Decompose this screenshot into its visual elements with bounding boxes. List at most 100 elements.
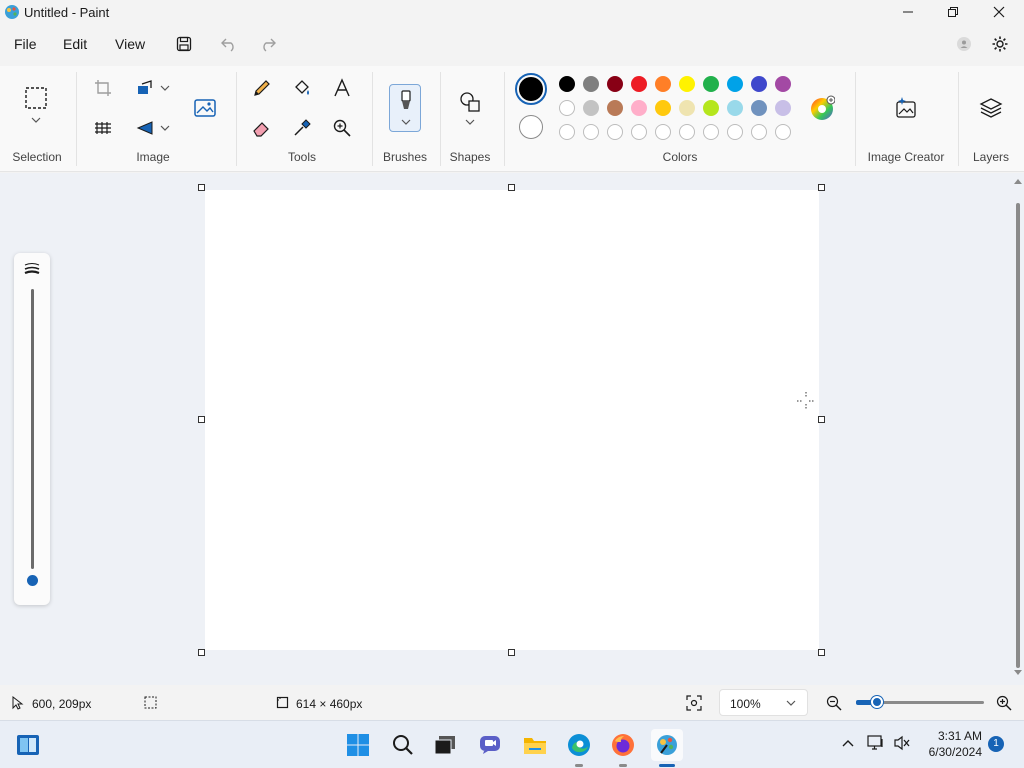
color-swatch[interactable] <box>559 100 575 116</box>
fit-to-window-icon[interactable] <box>686 695 702 711</box>
system-clock[interactable]: 3:31 AM 6/30/2024 <box>929 728 982 760</box>
start-button[interactable] <box>342 729 374 761</box>
image-button[interactable] <box>191 94 219 122</box>
color-swatch[interactable] <box>583 76 599 92</box>
color-swatch[interactable] <box>679 100 695 116</box>
primary-color-button[interactable] <box>515 73 547 105</box>
search-button[interactable] <box>387 729 419 761</box>
notification-badge[interactable]: 1 <box>988 736 1004 752</box>
color-swatch[interactable] <box>775 76 791 92</box>
paint-taskbar-button[interactable] <box>651 729 683 761</box>
window-title: Untitled - Paint <box>24 5 110 20</box>
chevron-up-icon[interactable] <box>842 739 854 747</box>
resize-handle-bottom-right[interactable] <box>818 649 825 656</box>
eraser-tool[interactable] <box>248 114 276 142</box>
settings-button[interactable] <box>988 32 1012 56</box>
custom-color-slot[interactable] <box>775 124 791 140</box>
resize-handle-top-right[interactable] <box>818 184 825 191</box>
close-button[interactable] <box>976 0 1022 24</box>
edit-colors-button[interactable] <box>808 94 836 122</box>
custom-color-slot[interactable] <box>679 124 695 140</box>
brush-size-track[interactable] <box>31 289 34 569</box>
crop-button[interactable] <box>89 74 117 102</box>
color-swatch[interactable] <box>751 100 767 116</box>
chat-button[interactable] <box>474 729 506 761</box>
running-indicator <box>619 764 627 767</box>
vertical-scrollbar-thumb[interactable] <box>1016 203 1020 668</box>
file-explorer-button[interactable] <box>519 729 551 761</box>
color-swatch[interactable] <box>607 76 623 92</box>
layers-button[interactable] <box>977 94 1005 122</box>
color-swatch[interactable] <box>655 76 671 92</box>
pencil-tool[interactable] <box>248 74 276 102</box>
color-swatch[interactable] <box>607 100 623 116</box>
network-icon[interactable] <box>867 735 885 751</box>
color-swatch[interactable] <box>583 100 599 116</box>
color-swatch[interactable] <box>703 100 719 116</box>
zoom-out-icon[interactable] <box>826 695 842 711</box>
custom-color-slot[interactable] <box>655 124 671 140</box>
custom-color-slot[interactable] <box>703 124 719 140</box>
color-swatch[interactable] <box>727 76 743 92</box>
custom-color-slot[interactable] <box>631 124 647 140</box>
color-swatch[interactable] <box>631 76 647 92</box>
drawing-canvas[interactable] <box>205 190 819 650</box>
ribbon-divider <box>958 72 959 166</box>
custom-color-slot[interactable] <box>583 124 599 140</box>
resize-handle-right[interactable] <box>818 416 825 423</box>
menu-file[interactable]: File <box>14 36 37 52</box>
scroll-up-icon[interactable] <box>1013 177 1023 185</box>
undo-button[interactable] <box>217 32 241 56</box>
scroll-down-icon[interactable] <box>1013 669 1023 677</box>
secondary-color-button[interactable] <box>519 115 543 139</box>
firefox-button[interactable] <box>607 729 639 761</box>
magnifier-tool[interactable] <box>328 114 356 142</box>
zoom-in-icon[interactable] <box>996 695 1012 711</box>
resize-handle-left[interactable] <box>198 416 205 423</box>
fill-tool[interactable] <box>288 74 316 102</box>
zoom-slider-thumb[interactable] <box>871 696 883 708</box>
brush-size-thumb[interactable] <box>27 575 38 586</box>
selection-tool-button[interactable] <box>22 84 50 112</box>
menu-edit[interactable]: Edit <box>63 36 87 52</box>
menu-view[interactable]: View <box>115 36 145 52</box>
minimize-button[interactable] <box>885 0 931 24</box>
resize-handle-bottom-left[interactable] <box>198 649 205 656</box>
resize-handle-top[interactable] <box>508 184 515 191</box>
custom-color-slot[interactable] <box>559 124 575 140</box>
color-picker-tool[interactable] <box>288 114 316 142</box>
select-all-button[interactable] <box>89 114 117 142</box>
color-swatch[interactable] <box>703 76 719 92</box>
resize-handle-bottom[interactable] <box>508 649 515 656</box>
image-creator-button[interactable] <box>892 94 920 122</box>
color-swatch[interactable] <box>655 100 671 116</box>
brushes-button[interactable] <box>389 84 421 132</box>
chevron-down-icon <box>786 700 796 706</box>
color-swatch[interactable] <box>559 76 575 92</box>
color-swatch[interactable] <box>727 100 743 116</box>
custom-color-slot[interactable] <box>727 124 743 140</box>
color-swatch[interactable] <box>631 100 647 116</box>
volume-muted-icon[interactable] <box>893 735 911 751</box>
primary-color-swatch <box>519 77 543 101</box>
zoom-level-select[interactable]: 100% <box>719 689 808 716</box>
save-button[interactable] <box>172 32 196 56</box>
redo-button[interactable] <box>256 32 280 56</box>
account-button[interactable] <box>952 32 976 56</box>
color-swatch[interactable] <box>775 100 791 116</box>
custom-color-slot[interactable] <box>751 124 767 140</box>
shapes-dropdown[interactable] <box>456 114 484 130</box>
color-swatch[interactable] <box>679 76 695 92</box>
edge-browser-button[interactable] <box>563 729 595 761</box>
text-tool[interactable] <box>328 74 356 102</box>
custom-color-slot[interactable] <box>607 124 623 140</box>
restore-button[interactable] <box>930 0 976 24</box>
task-view-button[interactable] <box>429 729 461 761</box>
resize-handle-top-left[interactable] <box>198 184 205 191</box>
shapes-button[interactable] <box>456 88 484 116</box>
widgets-button[interactable] <box>12 729 44 761</box>
resize-dropdown[interactable] <box>155 74 175 102</box>
selection-dropdown[interactable] <box>22 112 50 128</box>
color-swatch[interactable] <box>751 76 767 92</box>
rotate-dropdown[interactable] <box>155 114 175 142</box>
